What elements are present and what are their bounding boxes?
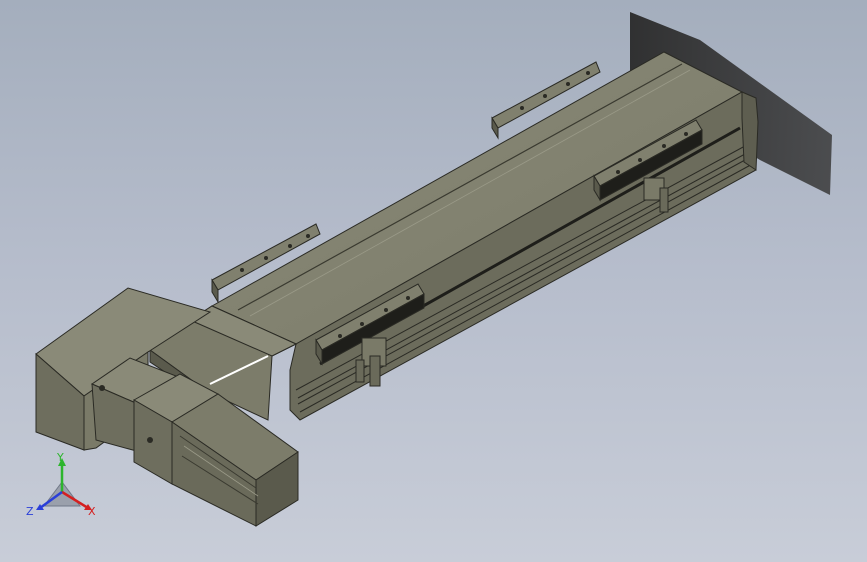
z-axis-label: Z: [26, 505, 34, 518]
x-axis-label: X: [88, 505, 96, 518]
rail-end-cap: [741, 91, 759, 171]
graphics-viewport[interactable]: Y X Z: [0, 0, 867, 562]
orientation-triad[interactable]: Y X Z: [26, 448, 106, 528]
y-axis-label: Y: [57, 451, 64, 464]
linear-actuator-model[interactable]: [0, 0, 867, 562]
servo-motor: [132, 373, 299, 527]
